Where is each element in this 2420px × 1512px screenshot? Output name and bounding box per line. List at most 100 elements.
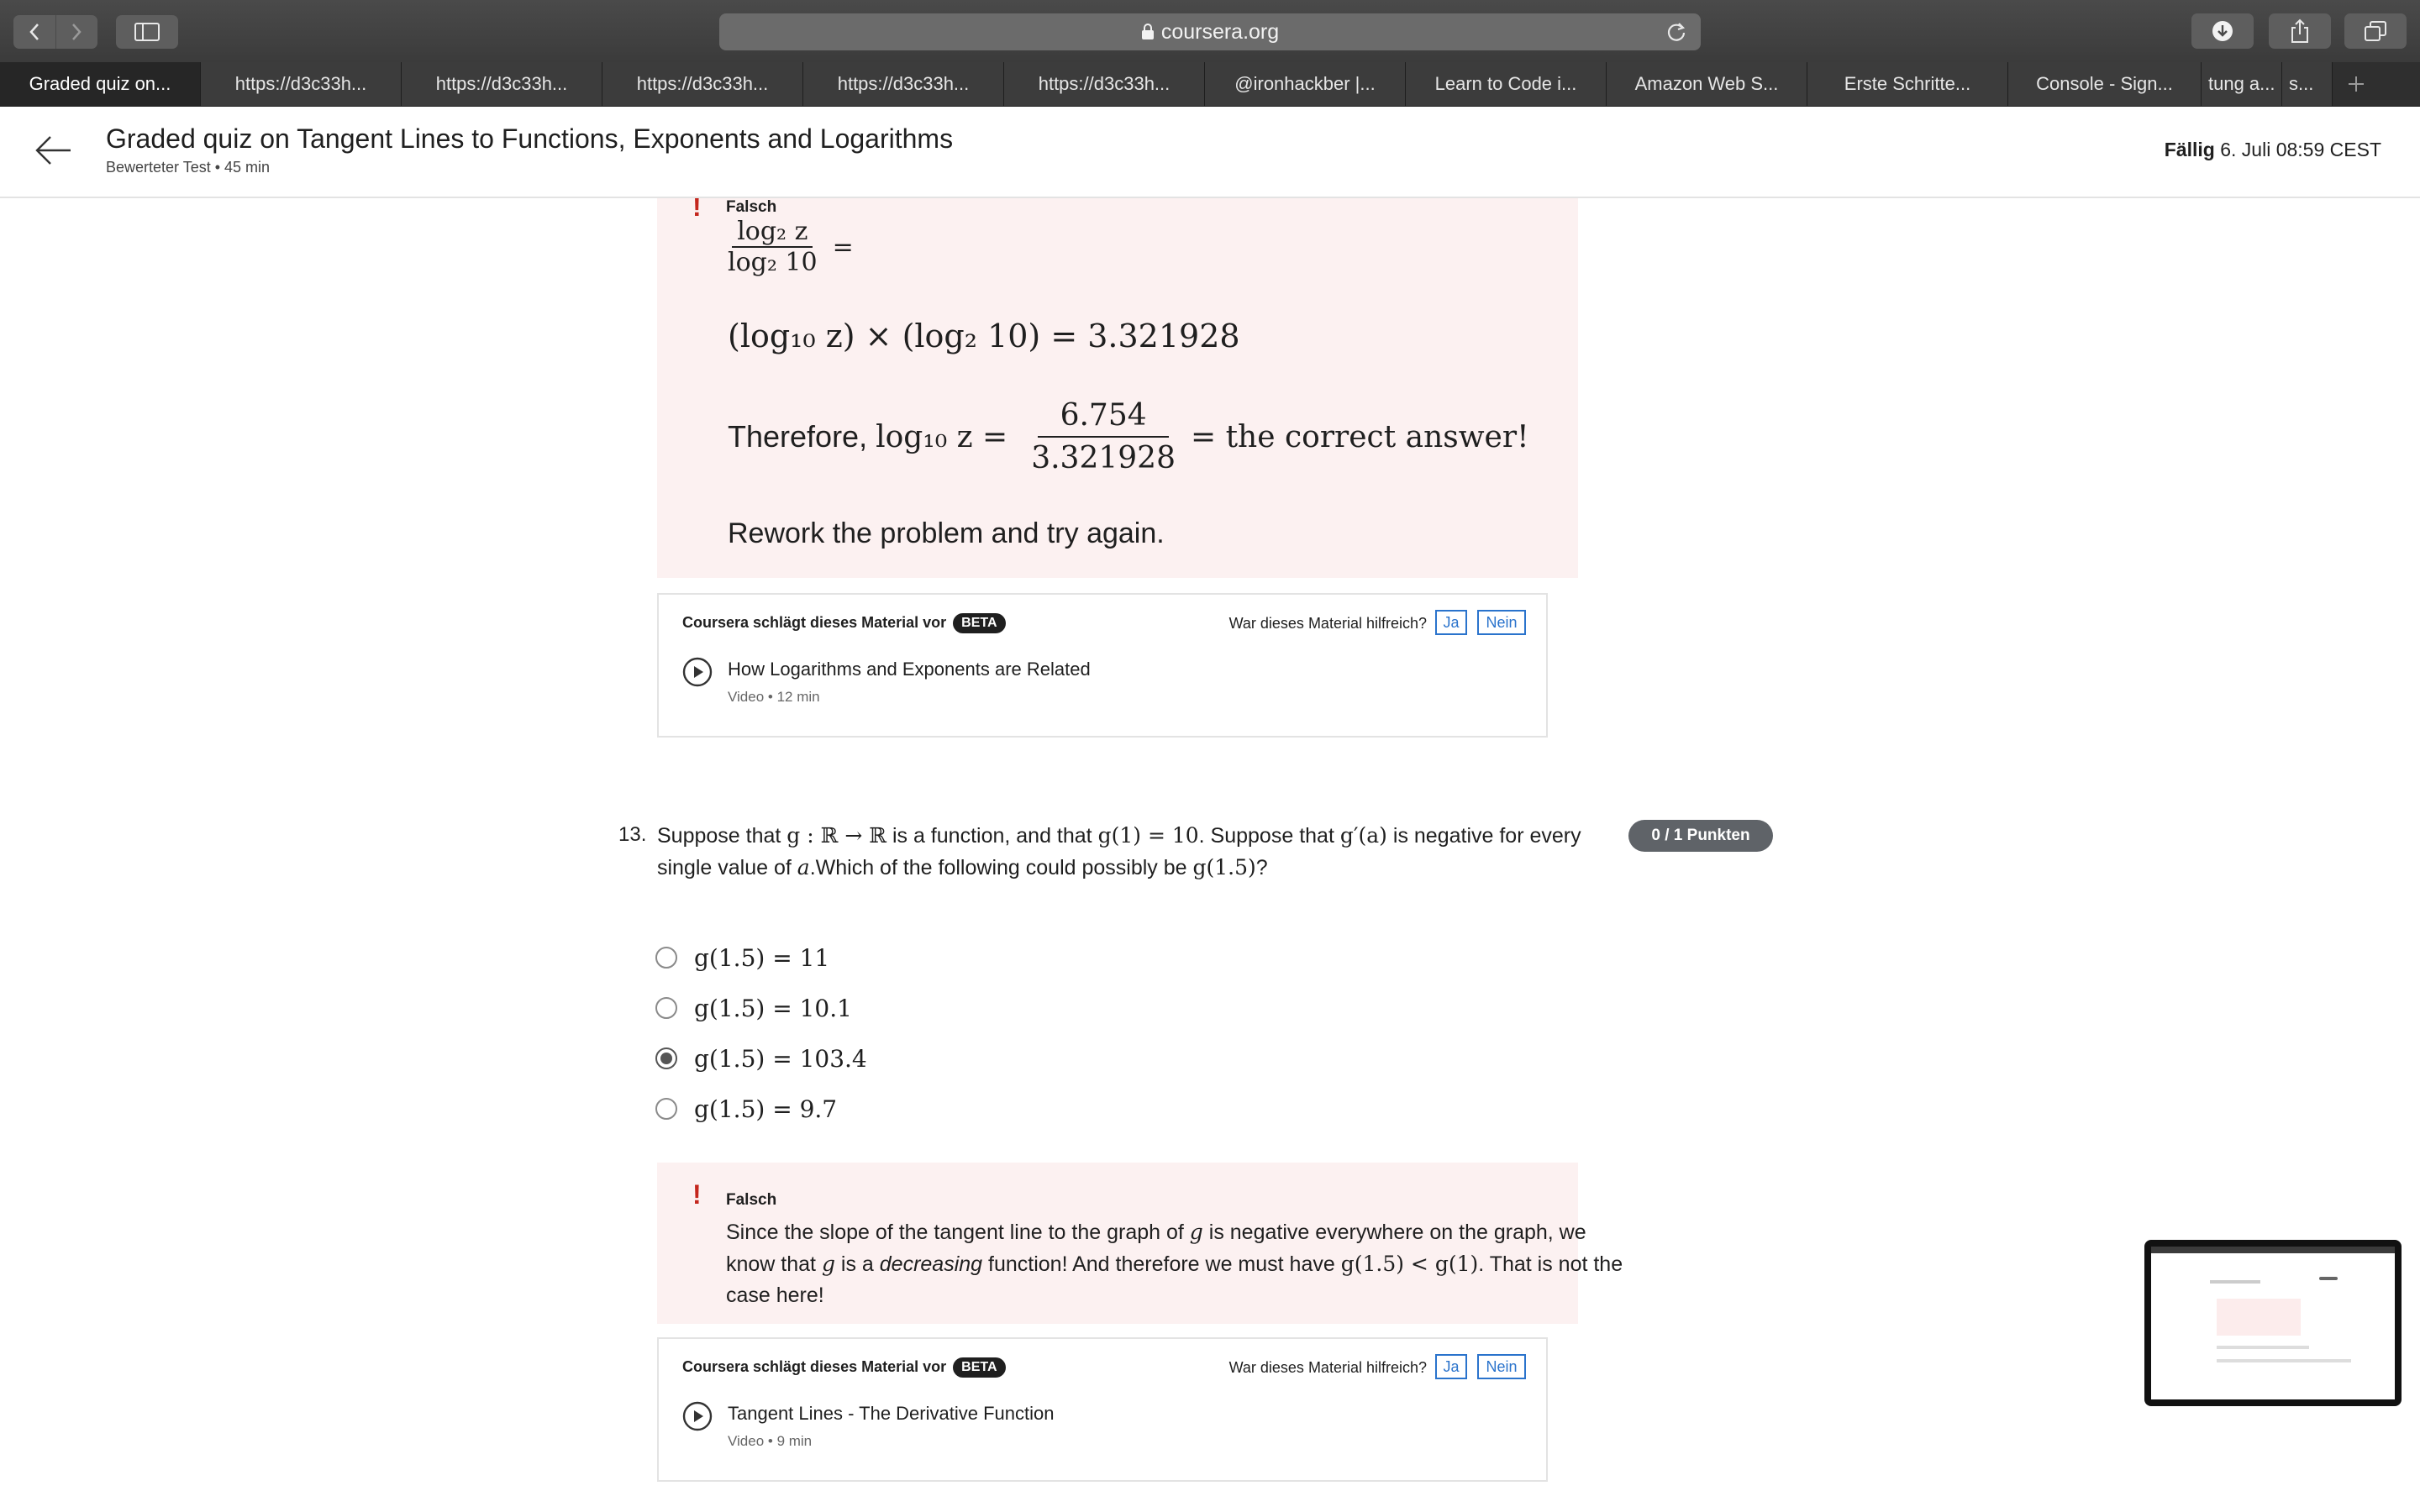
browser-tab[interactable]: https://d3c33h... xyxy=(803,62,1004,106)
helpful-question: War dieses Material hilfreich? xyxy=(1228,615,1427,632)
question-text: Suppose that g : ℝ → ℝ is a function, an… xyxy=(657,820,1581,884)
share-button[interactable] xyxy=(2269,13,2331,49)
suggestion-meta: Video • 12 min xyxy=(728,689,820,705)
arrow-left-icon[interactable] xyxy=(34,134,72,167)
option-label: g(1.5) = 9.7 xyxy=(694,1095,838,1123)
tab-label: Graded quiz on... xyxy=(29,73,171,94)
suggested-material: Coursera schlägt dieses Material vor BETA… xyxy=(657,593,1548,738)
feedback-emphasis: decreasing xyxy=(879,1252,983,1276)
screenshot-thumbnail[interactable] xyxy=(2144,1240,2402,1406)
suggestion-title[interactable]: How Logarithms and Exponents are Related xyxy=(728,659,1091,680)
yes-button[interactable]: Ja xyxy=(1435,610,1467,635)
page-subtitle: Bewerteter Test • 45 min xyxy=(106,159,271,176)
new-tab-button[interactable] xyxy=(2333,62,2380,106)
thumbnail-chrome xyxy=(2151,1247,2395,1253)
question-text-part: .Which of the following could possibly b… xyxy=(809,856,1193,879)
points-badge: 0 / 1 Punkten xyxy=(1628,820,1773,852)
back-button[interactable] xyxy=(13,15,55,49)
tab-label: https://d3c33h... xyxy=(435,73,568,94)
option-label: g(1.5) = 11 xyxy=(694,943,830,972)
quiz-header: Graded quiz on Tangent Lines to Function… xyxy=(0,107,2420,198)
fraction-denominator: 3.321928 xyxy=(1031,441,1176,475)
question-math: g(1.5) xyxy=(1192,855,1256,879)
thumbnail-feedback xyxy=(2217,1299,2301,1336)
tab-label: tung a... xyxy=(2208,73,2275,94)
feedback-text-part: Since the slope of the tangent line to t… xyxy=(726,1221,1190,1244)
radio-button[interactable] xyxy=(655,997,677,1019)
tabs-overview-button[interactable] xyxy=(2344,13,2407,49)
quiz-content: ! Falsch log₂ z log₂ 10 = (log₁₀ z) × (l… xyxy=(0,198,2420,1512)
due-label: Fällig xyxy=(2164,139,2215,160)
browser-tab[interactable]: Console - Sign... xyxy=(2008,62,2202,106)
share-icon xyxy=(2291,18,2308,43)
browser-tab[interactable]: https://d3c33h... xyxy=(402,62,602,106)
browser-tab[interactable]: Erste Schritte... xyxy=(1807,62,2008,106)
download-icon xyxy=(2212,21,2233,41)
fraction-bar xyxy=(1038,436,1170,438)
reload-icon[interactable] xyxy=(1665,21,1687,43)
therefore-rhs: = the correct answer! xyxy=(1190,419,1529,454)
due-date: Fällig 6. Juli 08:59 CEST xyxy=(2165,139,2381,161)
sidebar-icon xyxy=(134,23,160,41)
chevron-left-icon xyxy=(29,24,39,40)
thumbnail-screen xyxy=(2151,1247,2395,1399)
therefore-lhs: log₁₀ z = xyxy=(876,419,1008,454)
helpful-question: War dieses Material hilfreich? xyxy=(1228,1359,1427,1376)
tab-label: https://d3c33h... xyxy=(1038,73,1171,94)
feedback-box: ! Falsch log₂ z log₂ 10 = (log₁₀ z) × (l… xyxy=(657,198,1578,578)
sidebar-toggle-button[interactable] xyxy=(116,15,178,49)
answer-option[interactable]: g(1.5) = 10.1 xyxy=(655,991,852,1025)
yes-button[interactable]: Ja xyxy=(1435,1354,1467,1379)
downloads-button[interactable] xyxy=(2191,13,2254,49)
question-math: g : ℝ → ℝ xyxy=(786,823,887,848)
exclamation-icon: ! xyxy=(692,1179,702,1210)
answer-option[interactable]: g(1.5) = 11 xyxy=(655,941,829,974)
plus-icon xyxy=(2349,76,2364,92)
equals-sign: = xyxy=(832,232,854,262)
browser-tab[interactable]: tung a... xyxy=(2202,62,2282,106)
no-button[interactable]: Nein xyxy=(1477,1354,1526,1379)
beta-badge: BETA xyxy=(953,613,1006,633)
therefore-line: Therefore, log₁₀ z = 6.754 3.321928 = th… xyxy=(728,398,1529,475)
suggestion-heading-text: Coursera schlägt dieses Material vor xyxy=(682,613,947,631)
browser-tab[interactable]: s... xyxy=(2282,62,2333,106)
answer-option[interactable]: g(1.5) = 103.4 xyxy=(655,1042,867,1075)
answer-option[interactable]: g(1.5) = 9.7 xyxy=(655,1092,837,1126)
fraction-numerator: 6.754 xyxy=(1060,398,1147,433)
tabs-icon xyxy=(2365,21,2386,41)
feedback-text-part: function! And therefore we must have xyxy=(982,1252,1341,1276)
rework-text: Rework the problem and try again. xyxy=(728,517,1165,549)
tab-label: s... xyxy=(2289,73,2314,94)
chevron-right-icon xyxy=(72,24,82,40)
browser-tab[interactable]: Graded quiz on... xyxy=(0,62,201,106)
browser-tab[interactable]: Amazon Web S... xyxy=(1607,62,1807,106)
address-bar[interactable]: coursera.org xyxy=(719,13,1701,50)
url-text: coursera.org xyxy=(1160,19,1280,44)
due-value: 6. Juli 08:59 CEST xyxy=(2220,139,2381,160)
tab-label: https://d3c33h... xyxy=(636,73,769,94)
browser-tab[interactable]: @ironhackber |... xyxy=(1205,62,1406,106)
thumbnail-line xyxy=(2217,1346,2309,1349)
page-title: Graded quiz on Tangent Lines to Function… xyxy=(106,123,954,154)
play-icon[interactable] xyxy=(682,1401,713,1431)
fraction-denominator: log₂ 10 xyxy=(728,248,818,277)
browser-tab[interactable]: https://d3c33h... xyxy=(1004,62,1205,106)
suggestion-meta: Video • 9 min xyxy=(728,1433,813,1449)
suggestion-title[interactable]: Tangent Lines - The Derivative Function xyxy=(728,1403,1054,1425)
play-icon[interactable] xyxy=(682,657,713,687)
suggestion-heading-text: Coursera schlägt dieses Material vor xyxy=(682,1357,947,1375)
no-button[interactable]: Nein xyxy=(1477,610,1526,635)
browser-toolbar: coursera.org xyxy=(0,0,2420,63)
forward-button[interactable] xyxy=(55,15,98,49)
radio-button-selected[interactable] xyxy=(655,1047,677,1069)
radio-button[interactable] xyxy=(655,947,677,969)
browser-tab[interactable]: Learn to Code i... xyxy=(1406,62,1607,106)
feedback-math: g xyxy=(821,1252,835,1276)
browser-tab[interactable]: https://d3c33h... xyxy=(201,62,402,106)
question-text-part: Suppose that xyxy=(657,824,787,848)
thumbnail-line xyxy=(2210,1280,2260,1284)
radio-button[interactable] xyxy=(655,1098,677,1120)
tab-bar: Graded quiz on... https://d3c33h... http… xyxy=(0,62,2420,107)
tab-label: Amazon Web S... xyxy=(1634,73,1779,94)
browser-tab[interactable]: https://d3c33h... xyxy=(602,62,803,106)
